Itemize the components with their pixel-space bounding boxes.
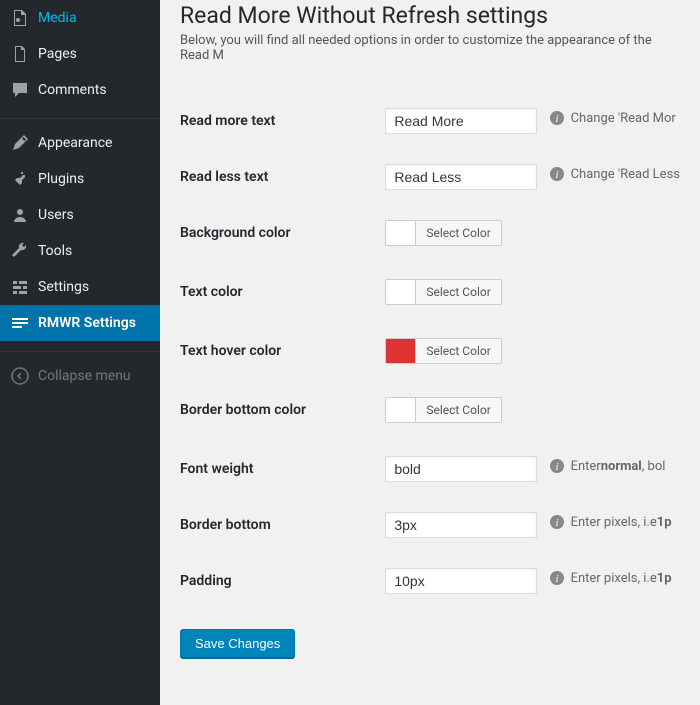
svg-text:i: i — [555, 113, 558, 125]
sidebar-item-media[interactable]: Media — [0, 0, 160, 36]
sidebar-item-label: Appearance — [38, 135, 112, 151]
info-icon: i — [549, 514, 565, 530]
tools-icon — [10, 241, 30, 261]
collapse-menu[interactable]: Collapse menu — [0, 358, 160, 394]
read-more-label: Read more text — [180, 93, 385, 149]
rmwr-icon — [10, 313, 30, 333]
bg-color-picker[interactable]: Select Color — [385, 220, 501, 246]
page-subhead: Below, you will find all needed options … — [180, 33, 680, 63]
padding-hint: i Enter pixels, i.e 1p — [549, 570, 672, 586]
read-less-label: Read less text — [180, 149, 385, 205]
sidebar-item-plugins[interactable]: Plugins — [0, 161, 160, 197]
text-color-label: Text color — [180, 264, 385, 323]
menu-separator — [0, 114, 160, 119]
save-changes-button[interactable]: Save Changes — [180, 629, 295, 658]
settings-icon — [10, 277, 30, 297]
sidebar-item-label: RMWR Settings — [38, 315, 136, 331]
pages-icon — [10, 44, 30, 64]
hover-color-label: Text hover color — [180, 323, 385, 382]
users-icon — [10, 205, 30, 225]
comments-icon — [10, 80, 30, 100]
sidebar-item-label: Comments — [38, 82, 107, 98]
sidebar-item-users[interactable]: Users — [0, 197, 160, 233]
info-icon: i — [549, 110, 565, 126]
text-color-picker[interactable]: Select Color — [385, 279, 501, 305]
font-weight-label: Font weight — [180, 441, 385, 497]
svg-text:i: i — [555, 573, 558, 585]
text-color-swatch — [386, 280, 416, 304]
border-color-picker[interactable]: Select Color — [385, 397, 501, 423]
media-icon — [10, 8, 30, 28]
sidebar-item-rmwr-settings[interactable]: RMWR Settings — [0, 305, 160, 341]
select-color-button: Select Color — [416, 339, 500, 363]
select-color-button: Select Color — [416, 221, 500, 245]
info-icon: i — [549, 458, 565, 474]
svg-text:i: i — [555, 517, 558, 529]
bg-color-swatch — [386, 221, 416, 245]
sidebar-item-label: Plugins — [38, 171, 84, 187]
padding-label: Padding — [180, 553, 385, 609]
sidebar-item-label: Pages — [38, 46, 77, 62]
collapse-icon — [10, 366, 30, 386]
border-color-swatch — [386, 398, 416, 422]
sidebar-item-label: Settings — [38, 279, 89, 295]
hover-color-picker[interactable]: Select Color — [385, 338, 501, 364]
info-icon: i — [549, 166, 565, 182]
sidebar-item-comments[interactable]: Comments — [0, 72, 160, 108]
plugins-icon — [10, 169, 30, 189]
read-more-hint: i Change 'Read Mor — [549, 110, 676, 126]
sidebar-item-settings[interactable]: Settings — [0, 269, 160, 305]
read-less-input[interactable] — [385, 164, 537, 190]
sidebar-item-pages[interactable]: Pages — [0, 36, 160, 72]
settings-form: Read more text i Change 'Read Mor Read l… — [180, 93, 680, 609]
admin-sidebar: Media Pages Comments Appearance Plugins … — [0, 0, 160, 705]
menu-separator — [0, 347, 160, 352]
bg-color-label: Background color — [180, 205, 385, 264]
info-icon: i — [549, 570, 565, 586]
font-weight-hint: i Enter normal , bol — [549, 458, 666, 474]
sidebar-item-label: Users — [38, 207, 74, 223]
border-bottom-input[interactable] — [385, 512, 537, 538]
read-more-input[interactable] — [385, 108, 537, 134]
appearance-icon — [10, 133, 30, 153]
hover-color-swatch — [386, 339, 416, 363]
read-less-hint: i Change 'Read Less — [549, 166, 680, 182]
collapse-label: Collapse menu — [38, 368, 131, 384]
settings-page: Read More Without Refresh settings Below… — [160, 0, 700, 705]
border-bottom-label: Border bottom — [180, 497, 385, 553]
border-bottom-hint: i Enter pixels, i.e 1p — [549, 514, 672, 530]
page-title: Read More Without Refresh settings — [180, 0, 680, 33]
select-color-button: Select Color — [416, 280, 500, 304]
sidebar-item-label: Media — [38, 10, 77, 26]
svg-text:i: i — [555, 461, 558, 473]
border-color-label: Border bottom color — [180, 382, 385, 441]
sidebar-item-tools[interactable]: Tools — [0, 233, 160, 269]
sidebar-item-label: Tools — [38, 243, 72, 259]
select-color-button: Select Color — [416, 398, 500, 422]
svg-text:i: i — [555, 169, 558, 181]
padding-input[interactable] — [385, 568, 537, 594]
font-weight-input[interactable] — [385, 456, 537, 482]
sidebar-item-appearance[interactable]: Appearance — [0, 125, 160, 161]
